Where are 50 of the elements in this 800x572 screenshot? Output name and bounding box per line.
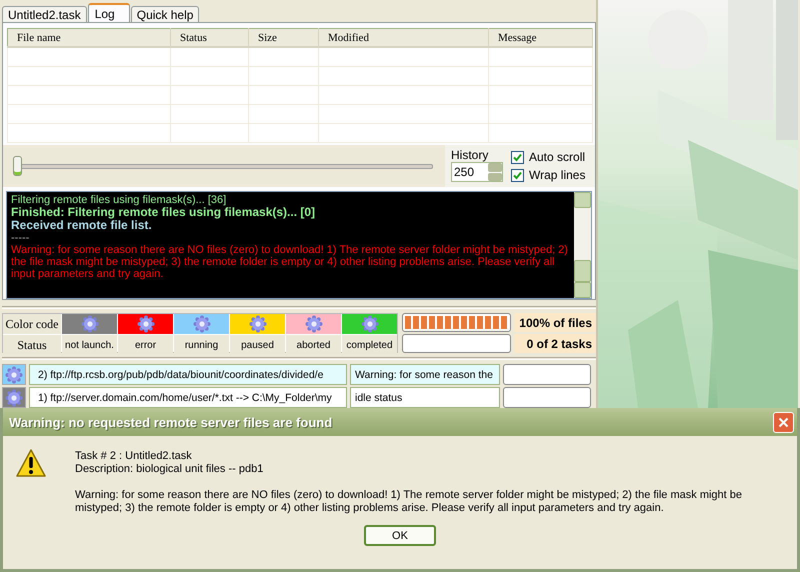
gear-icon [360,315,378,333]
tab[interactable]: Quick help [130,6,200,22]
scrollbar[interactable] [574,192,591,298]
dialog-text: Task # 2 : Untitled2.task [75,450,193,463]
slider-track[interactable] [13,156,433,176]
task-message: idle status [350,387,500,408]
log-line: Filtering remote files using filemask(s)... [36] [11,194,228,206]
ok-button[interactable]: OK [364,525,436,546]
progress-reading: 0 of 2 tasks [514,334,596,353]
checkbox[interactable] [511,168,524,182]
log-line: ----- [11,232,30,244]
task-url[interactable]: 2) ftp://ftp.rcsb.org/pub/pdb/data/biounit/coordinates/divided/e [29,364,347,385]
status-label: completed [342,335,397,355]
status-label: not launch. [62,335,117,355]
log-line: Finished: Filtering remote files using filemask(s)... [0] [11,206,316,220]
gear-icon [192,315,210,333]
gear-icon [80,315,98,333]
gear-icon [304,315,322,333]
progress-reading: 100% of files [514,313,596,332]
column-header[interactable]: Size [248,28,318,47]
history-label: History [451,148,490,162]
gear-icon [136,315,154,333]
tab[interactable]: Untitled2.task [2,6,87,22]
slider-thumb[interactable] [13,156,22,176]
log-line: Warning: for some reason there are NO files (zero) to download! 1) The remote server folder might be mistyped; 2) the file mask might be mistyped; 3) the remote folder is empty or 4) other listing problems arise. Please verify all input parameters and try again. [11,244,569,280]
checkbox[interactable] [511,150,524,164]
dialog-title: Warning: no requested remote server files are found [9,414,332,430]
column-header[interactable]: Status [170,28,248,47]
warning-icon [15,448,47,478]
close-icon [778,416,789,428]
column-header[interactable]: File name [8,28,170,47]
task-message: Warning: for some reason the [350,364,500,385]
dialog-message: Warning: for some reason there are NO files (zero) to download! 1) The remote server folder might be mistyped; 2) the file mask might be mistyped; 3) the remote folder is empty or 4) other listing problems arise. Please verify all input parameters and try again. [75,489,744,515]
tab[interactable]: Log [88,3,130,22]
status-label: running [174,335,229,355]
checkbox-label: Auto scroll [529,150,586,164]
status-label: aborted [286,335,341,355]
dialog-text: Description: biological unit files -- pdb1 [75,463,264,476]
gear-icon [248,315,266,333]
status-label: error [118,335,173,355]
checkbox-label: Wrap lines [529,168,586,182]
column-header[interactable]: Message [488,28,592,47]
row-label: Status [3,335,61,355]
task-url[interactable]: 1) ftp://server.domain.com/home/user/*.txt --> C:\My_Folder\my [29,387,347,408]
status-label: paused [230,335,285,355]
history-spinner[interactable]: 250 [451,162,503,182]
log-line: Received remote file list. [11,219,153,232]
row-label: Color code [3,314,61,334]
close-button[interactable] [773,412,794,432]
column-header[interactable]: Modified [318,28,488,47]
